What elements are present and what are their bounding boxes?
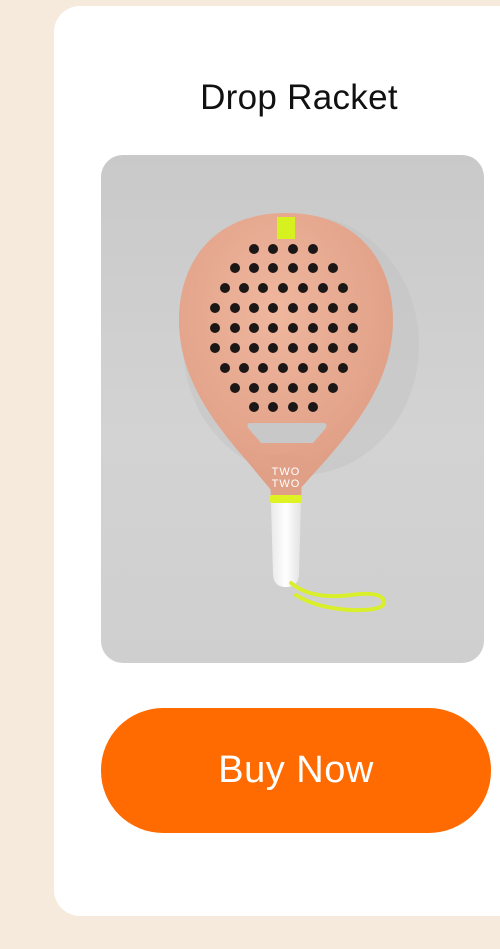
product-title: Drop Racket [200,78,398,117]
buy-now-button[interactable]: Buy Now [101,708,491,833]
racket-brand-line2: TWO [272,478,301,490]
wrist-cord [289,581,387,613]
racket-grip [271,503,301,587]
throat-opening [247,423,327,443]
racket-brand-line1: TWO [272,466,301,478]
racket-illustration: TWO TWO [179,213,419,613]
product-image[interactable]: TWO TWO [101,155,484,663]
brand-label [277,217,295,239]
